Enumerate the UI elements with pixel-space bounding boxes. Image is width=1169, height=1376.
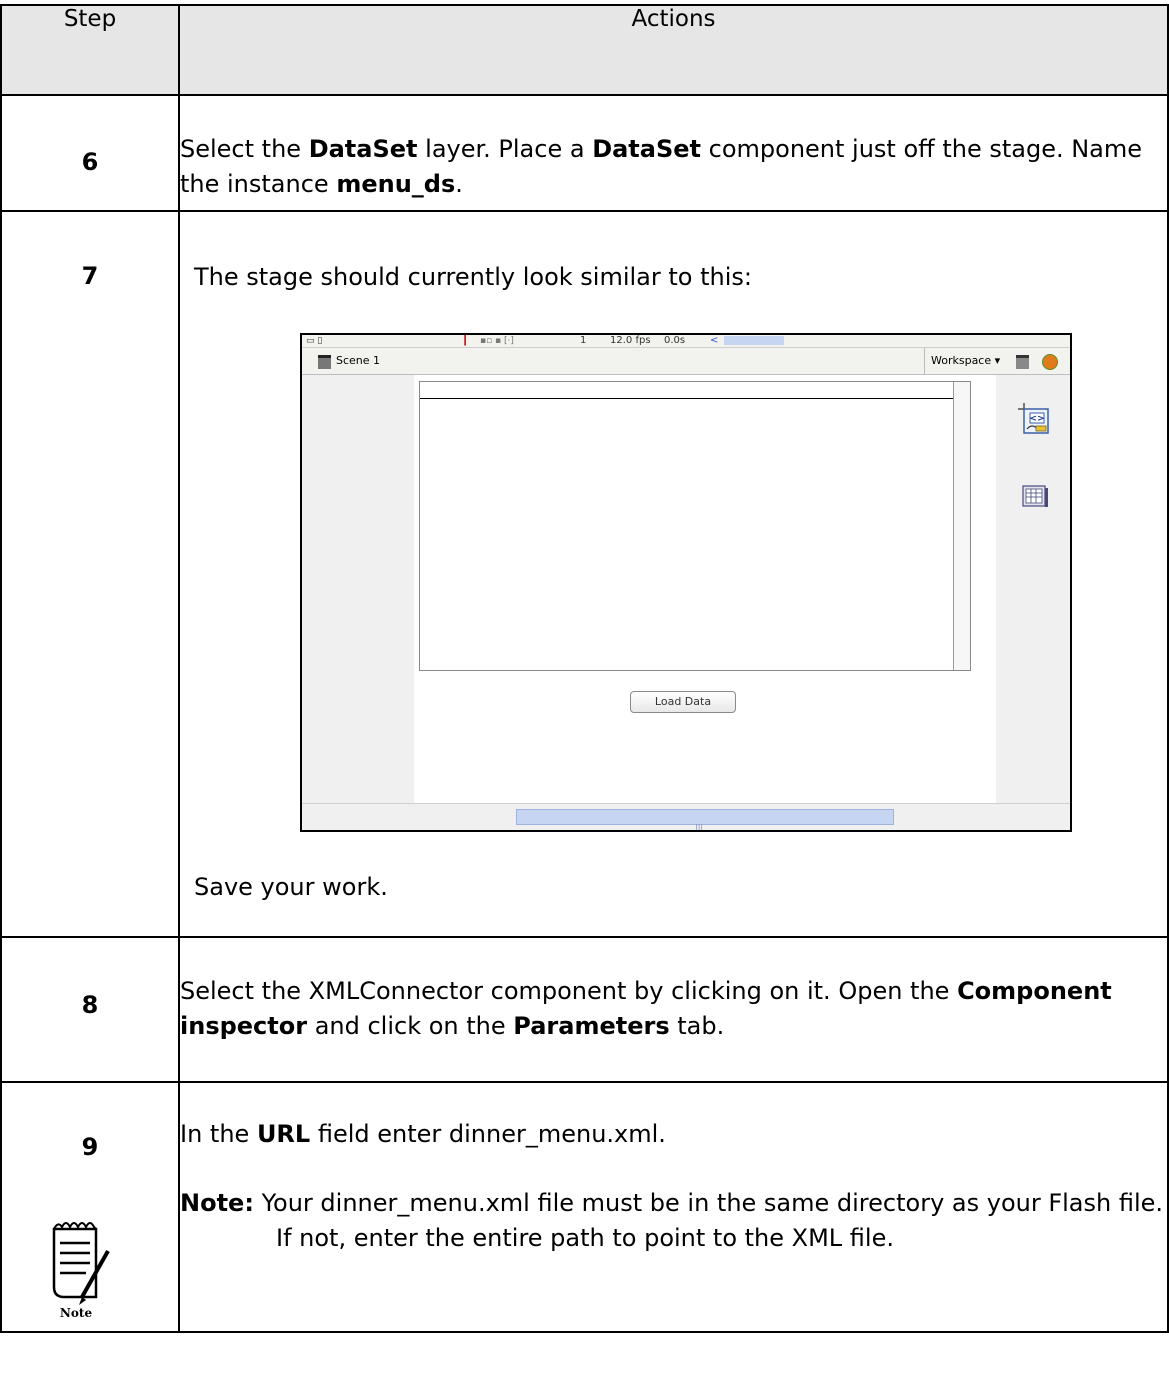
step-column-header: Step: [0, 4, 180, 96]
step-row-7: 7 The stage should currently look simila…: [0, 210, 1169, 938]
text-run: Select the: [180, 135, 309, 163]
scene-bar: Scene 1 Workspace ▾: [302, 348, 1070, 375]
datagrid-component[interactable]: [419, 381, 971, 671]
header-row: Step Actions: [0, 4, 1169, 96]
load-data-button[interactable]: Load Data: [630, 691, 736, 713]
datagrid-scrollbar[interactable]: [953, 382, 970, 670]
step-number: 7: [0, 210, 180, 938]
text-run: .: [455, 170, 463, 198]
left-pasteboard: [302, 375, 414, 803]
note-label: Note:: [180, 1189, 254, 1217]
dataset-icon[interactable]: [1020, 481, 1050, 511]
fps-readout: 12.0 fps: [610, 335, 651, 346]
step-number: 9 Note: [0, 1081, 180, 1333]
xmlconnector-icon[interactable]: <>: [1018, 403, 1049, 434]
text-run: field enter dinner_menu.xml.: [310, 1120, 666, 1148]
step-action: Select the XMLConnector component by cli…: [178, 936, 1169, 1083]
step-action: The stage should currently look similar …: [178, 210, 1169, 938]
steps-table: Step Actions 6 Select the DataSet layer.…: [0, 4, 1169, 1333]
scroll-left-icon[interactable]: <: [710, 335, 718, 347]
step-instruction: In the URL field enter dinner_menu.xml.: [180, 1117, 1167, 1152]
step-row-9: 9 Note In the URL field enter dinner_men…: [0, 1081, 1169, 1333]
text-run: Select the XMLConnector component by cli…: [180, 977, 958, 1005]
edit-symbols-icon[interactable]: [1042, 354, 1058, 370]
step-number-text: 8: [81, 991, 99, 1019]
text-run: In the: [180, 1120, 257, 1148]
note-icon-caption: Note: [60, 1306, 93, 1319]
onion-skin-icons: ▪▫ ▪ [·]: [480, 336, 514, 346]
bold-term: menu_ds: [336, 170, 456, 198]
edit-scene-icon[interactable]: [1016, 355, 1029, 369]
step-row-6: 6 Select the DataSet layer. Place a Data…: [0, 94, 1169, 212]
bold-term: Parameters: [513, 1012, 670, 1040]
step-action: Select the DataSet layer. Place a DataSe…: [178, 94, 1169, 212]
scene-clapper-icon: [318, 355, 331, 369]
note-icon: Note: [46, 1211, 116, 1320]
actions-column-header: Actions: [178, 4, 1169, 96]
layer-icons: ▭ ▯: [306, 336, 323, 346]
step-row-8: 8 Select the XMLConnector component by c…: [0, 936, 1169, 1083]
svg-text:<>: <>: [1029, 414, 1044, 424]
step-number: 6: [0, 94, 180, 212]
scroll-grip-icon: |||: [695, 823, 704, 832]
text-run: layer. Place a: [417, 135, 593, 163]
bold-term: DataSet: [592, 135, 702, 163]
horizontal-scrollbar[interactable]: |||: [516, 809, 894, 830]
note-text: Your dinner_menu.xml file must be in the…: [261, 1189, 1164, 1252]
step-action: In the URL field enter dinner_menu.xml. …: [178, 1081, 1169, 1333]
right-pasteboard: [996, 375, 1070, 803]
note-block: Note: Your dinner_menu.xml file must be …: [180, 1186, 1167, 1256]
frame-number: 1: [580, 335, 587, 346]
bold-term: DataSet: [308, 135, 418, 163]
playhead-icon: ┃: [462, 335, 469, 346]
step-number-text: 9: [81, 1133, 99, 1161]
bold-term: URL: [256, 1120, 311, 1148]
step-intro: The stage should currently look similar …: [194, 263, 752, 291]
step-number-text: 6: [81, 148, 99, 176]
scene-label[interactable]: Scene 1: [336, 348, 380, 374]
stage-screenshot: ▭ ▯ ┃ ▪▫ ▪ [·] 1 12.0 fps 0.0s < Scene 1…: [300, 333, 1072, 832]
datagrid-header-line: [420, 398, 968, 399]
text-run: tab.: [669, 1012, 725, 1040]
time-readout: 0.0s: [664, 335, 686, 346]
timeline-toolbar: ▭ ▯ ┃ ▪▫ ▪ [·] 1 12.0 fps 0.0s <: [302, 335, 1070, 348]
step-number: 8: [0, 936, 180, 1083]
workspace-menu[interactable]: Workspace ▾: [924, 348, 1000, 374]
step-outro: Save your work.: [194, 873, 388, 901]
step-number-text: 7: [81, 262, 99, 290]
text-run: and click on the: [307, 1012, 514, 1040]
timeline-scrollbar[interactable]: [724, 336, 784, 345]
